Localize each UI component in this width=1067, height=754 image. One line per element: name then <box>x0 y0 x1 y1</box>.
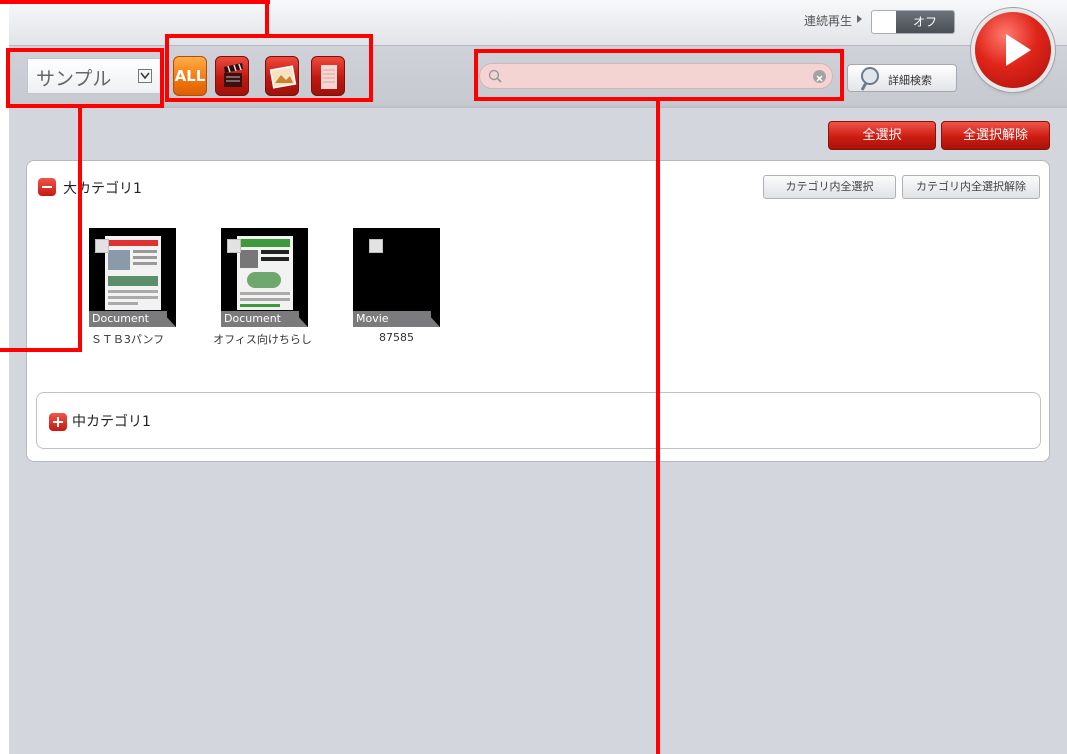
category-title: 大カテゴリ1 <box>63 181 142 197</box>
annotation-box-category-select <box>6 48 164 108</box>
magnifier-icon <box>860 67 879 91</box>
item-type-tag: Document <box>221 311 299 327</box>
item-checkbox[interactable] <box>95 239 109 253</box>
continuous-play-toggle[interactable]: オフ <box>871 10 955 34</box>
sub-category-panel: 中カテゴリ1 <box>36 392 1041 449</box>
deselect-all-button[interactable]: 全選択解除 <box>941 121 1050 150</box>
collapse-icon[interactable] <box>38 178 56 196</box>
continuous-play-label: 連続再生 <box>804 14 853 28</box>
annotation-line <box>656 100 660 754</box>
category-panel: 大カテゴリ1 カテゴリ内全選択 カテゴリ内全選択解除 Document ＳＴＢ3… <box>26 160 1050 462</box>
play-button[interactable] <box>975 12 1051 88</box>
document-preview <box>105 236 161 310</box>
annotation-box-search <box>474 49 844 101</box>
deselect-in-category-button[interactable]: カテゴリ内全選択解除 <box>902 175 1040 199</box>
item-type-tag: Document <box>89 311 167 327</box>
annotation-line <box>0 0 270 4</box>
item-type-tag: Movie <box>353 311 431 327</box>
advanced-search-button[interactable]: 詳細検索 <box>847 64 957 92</box>
annotation-line <box>0 348 82 352</box>
arrow-right-icon <box>857 15 862 23</box>
annotation-line <box>265 0 269 38</box>
expand-icon[interactable] <box>49 413 67 431</box>
item-checkbox[interactable] <box>227 239 241 253</box>
item-checkbox[interactable] <box>369 239 383 253</box>
annotation-line <box>78 106 82 352</box>
select-all-button[interactable]: 全選択 <box>828 121 936 150</box>
app-window: 連続再生 オフ サンプル ALL 詳細検索 全選択 全選択解除 大カテゴリ1 カ… <box>9 0 1067 754</box>
play-icon <box>1006 34 1031 66</box>
document-preview <box>237 236 293 310</box>
select-in-category-button[interactable]: カテゴリ内全選択 <box>763 175 896 199</box>
annotation-box-type-filters <box>165 34 373 102</box>
toggle-state: オフ <box>896 11 954 33</box>
advanced-search-label: 詳細検索 <box>888 74 932 87</box>
item-caption: 87585 <box>379 331 414 344</box>
content-item[interactable]: Movie 87585 <box>329 228 440 358</box>
content-item[interactable]: Document オフィス向けちらし <box>197 228 312 358</box>
sub-category-title: 中カテゴリ1 <box>72 414 151 430</box>
item-caption: オフィス向けちらし <box>213 333 312 346</box>
